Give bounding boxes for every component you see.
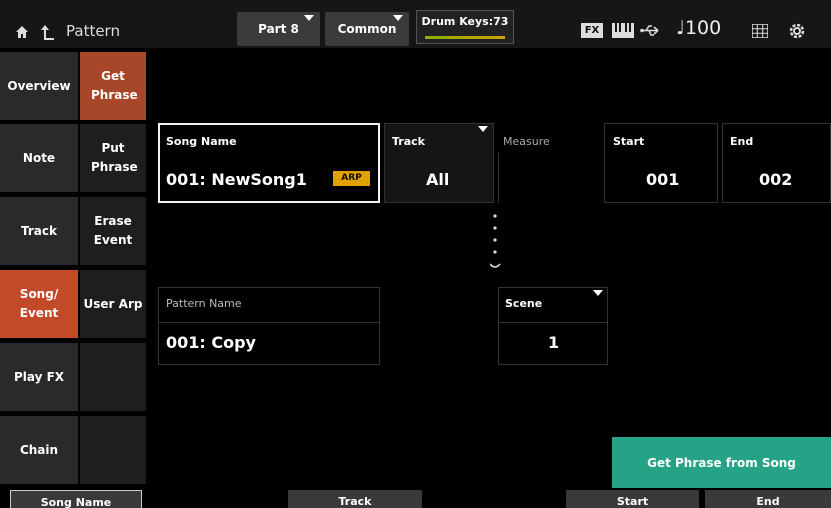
bottom-start-button[interactable]: Start	[566, 490, 699, 508]
nav-play-fx[interactable]: Play FX	[0, 343, 78, 411]
subnav-user-arp[interactable]: User Arp	[80, 270, 146, 338]
song-name-label: Song Name	[166, 135, 237, 148]
drum-keys-indicator	[425, 36, 505, 39]
dropdown-arrow-icon	[304, 15, 314, 21]
tempo-display[interactable]: ♩100	[676, 17, 721, 39]
drum-keys-label: Drum Keys:73	[421, 15, 509, 28]
pattern-name-label: Pattern Name	[166, 297, 242, 310]
scene-divider	[498, 322, 608, 323]
action-label: Get Phrase from Song	[647, 455, 796, 470]
start-label: Start	[613, 135, 645, 148]
arp-badge: ARP	[333, 171, 370, 186]
top-bar: Pattern Part 8 Common Drum Keys:73 FX ♩1…	[0, 0, 831, 48]
subnav-empty	[80, 343, 146, 411]
bottom-song-name-button[interactable]: Song Name	[10, 490, 142, 508]
subnav-get-phrase[interactable]: Get Phrase	[80, 52, 146, 120]
common-label: Common	[337, 22, 397, 36]
scene-label: Scene	[505, 297, 543, 310]
part-selector[interactable]: Part 8	[237, 12, 320, 46]
end-label: End	[730, 135, 754, 148]
nav-note[interactable]: Note	[0, 124, 78, 192]
start-value: 001	[646, 170, 680, 189]
usb-icon	[640, 25, 659, 36]
dropdown-arrow-icon	[478, 126, 488, 132]
track-value: All	[426, 170, 450, 189]
measure-label: Measure	[503, 135, 550, 148]
scene-value: 1	[548, 333, 560, 352]
bottom-end-button[interactable]: End	[705, 490, 831, 508]
song-name-value: 001: NewSong1	[166, 170, 307, 189]
pattern-name-divider	[158, 322, 380, 323]
nav-track[interactable]: Track	[0, 197, 78, 265]
grid-icon[interactable]	[752, 24, 768, 38]
keyboard-icon[interactable]	[612, 23, 634, 38]
end-value: 002	[759, 170, 793, 189]
get-phrase-from-song-button[interactable]: Get Phrase from Song	[612, 437, 831, 488]
track-label: Track	[392, 135, 425, 148]
subnav-erase-event[interactable]: Erase Event	[80, 197, 146, 265]
subnav-empty	[80, 416, 146, 484]
dropdown-arrow-icon	[393, 15, 403, 21]
subnav-put-phrase[interactable]: Put Phrase	[80, 124, 146, 192]
dropdown-arrow-icon	[593, 290, 603, 296]
down-arrow-indicator	[490, 214, 501, 268]
nav-song-event[interactable]: Song/ Event	[0, 270, 78, 338]
gear-icon[interactable]	[788, 22, 806, 40]
common-selector[interactable]: Common	[325, 12, 409, 46]
nav-overview[interactable]: Overview	[0, 52, 78, 120]
measure-divider	[498, 153, 608, 203]
drum-keys-button[interactable]: Drum Keys:73	[416, 10, 514, 44]
pattern-name-value: 001: Copy	[166, 333, 256, 352]
up-arrow-icon[interactable]	[41, 24, 55, 40]
part-label: Part 8	[258, 22, 299, 36]
page-title: Pattern	[66, 22, 120, 40]
fx-icon[interactable]: FX	[581, 23, 603, 38]
home-icon[interactable]	[15, 25, 29, 39]
bottom-track-button[interactable]: Track	[288, 490, 422, 508]
nav-chain[interactable]: Chain	[0, 416, 78, 484]
